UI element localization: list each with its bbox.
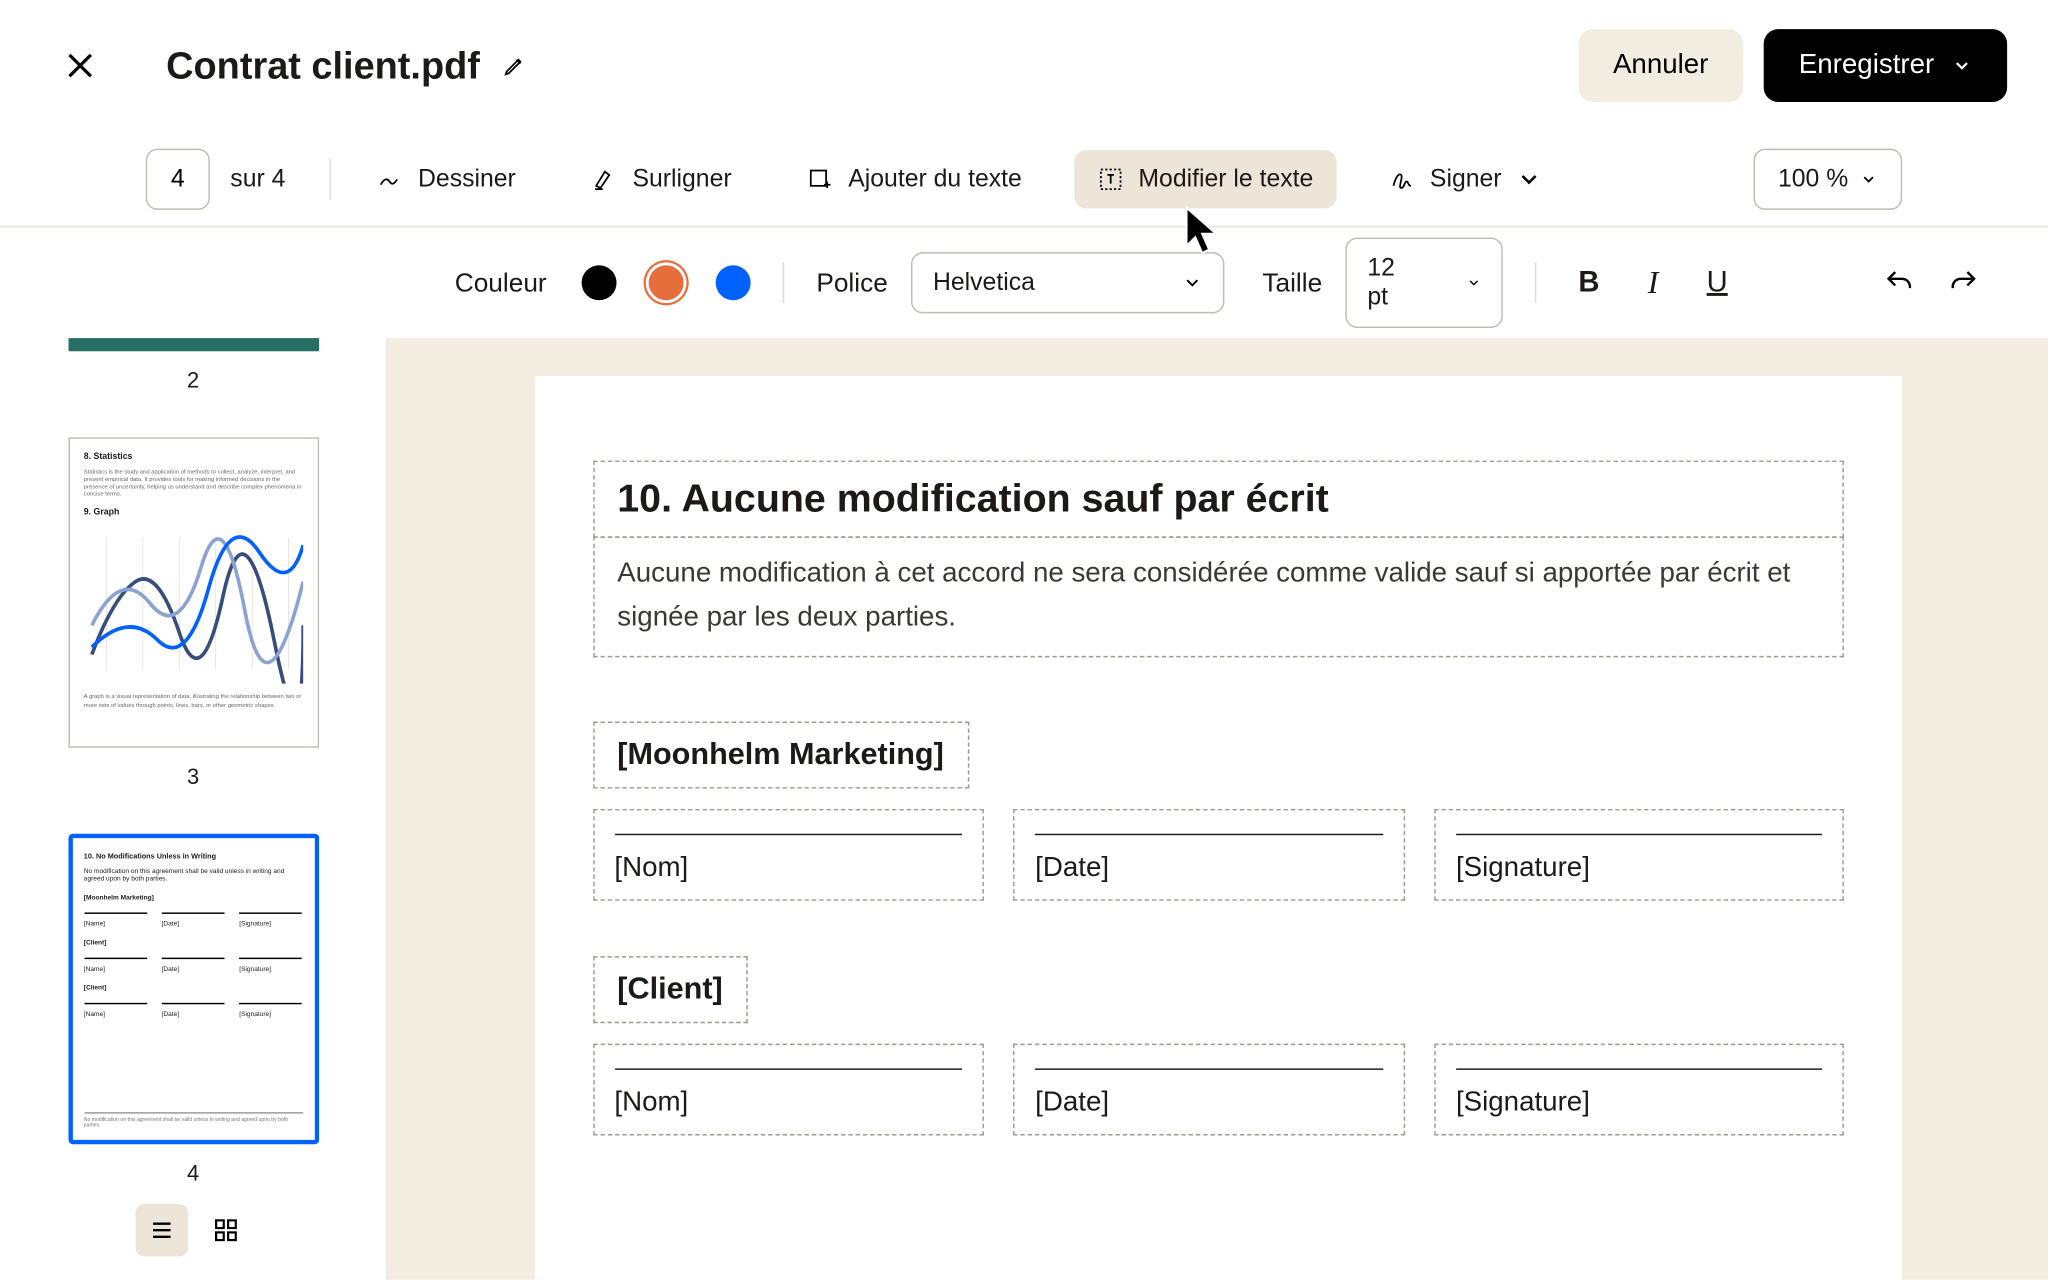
format-bar: Couleur Police Helvetica Taille 12 pt B …	[0, 227, 2048, 338]
tool-edittext[interactable]: Modifier le texte	[1074, 149, 1336, 207]
thumb4-heading: 10. No Modifications Unless in Writing	[84, 852, 303, 861]
tool-addtext-label: Ajouter du texte	[848, 164, 1022, 193]
edit-filename-icon[interactable]	[503, 54, 526, 77]
main-area: 2 8. Statistics Statistics is the study …	[0, 338, 2048, 1280]
signature-row: [Nom] [Date] [Signature]	[593, 1043, 1844, 1135]
text-block-heading[interactable]: 10. Aucune modification sauf par écrit	[593, 461, 1844, 538]
signature-field-name[interactable]: [Nom]	[593, 809, 985, 901]
thumbnail-page-3[interactable]: 8. Statistics Statistics is the study an…	[68, 437, 319, 747]
divider	[783, 262, 784, 303]
tool-draw[interactable]: Dessiner	[354, 149, 539, 207]
signature-field-signature[interactable]: [Signature]	[1434, 1043, 1843, 1135]
undo-button[interactable]	[1879, 262, 1920, 303]
highlighter-icon	[592, 165, 618, 191]
signature-field-date[interactable]: [Date]	[1013, 809, 1405, 901]
header: Contrat client.pdf Annuler Enregistrer	[0, 0, 2048, 131]
tool-sign[interactable]: Signer	[1366, 149, 1566, 207]
tool-draw-label: Dessiner	[418, 164, 516, 193]
close-icon[interactable]	[64, 50, 96, 82]
size-select[interactable]: 12 pt	[1346, 238, 1503, 328]
tool-highlight[interactable]: Surligner	[568, 149, 755, 207]
thumbnail-sidebar: 2 8. Statistics Statistics is the study …	[0, 338, 388, 1280]
view-grid-button[interactable]	[199, 1204, 251, 1256]
thumbnail-number: 3	[187, 765, 199, 790]
undo-icon	[1883, 267, 1915, 299]
signature-row: [Nom] [Date] [Signature]	[593, 809, 1844, 901]
view-toggle	[135, 1186, 252, 1256]
redo-icon	[1947, 267, 1979, 299]
text-block-party1[interactable]: [Moonhelm Marketing]	[593, 721, 969, 788]
color-swatch-blue[interactable]	[716, 265, 751, 300]
thumb4-party1: [Moonhelm Marketing]	[84, 893, 303, 900]
tool-highlight-label: Surligner	[632, 164, 731, 193]
save-button[interactable]: Enregistrer	[1764, 29, 2007, 102]
italic-button[interactable]: I	[1633, 262, 1674, 303]
font-value: Helvetica	[933, 268, 1035, 297]
text-block-body[interactable]: Aucune modification à cet accord ne sera…	[593, 536, 1844, 657]
page-total: sur 4	[230, 164, 285, 193]
edit-text-icon	[1098, 165, 1124, 191]
color-swatch-orange[interactable]	[649, 265, 684, 300]
bold-button[interactable]: B	[1569, 262, 1610, 303]
thumbnail-page-4[interactable]: 10. No Modifications Unless in Writing N…	[68, 833, 319, 1144]
thumb3-heading: 8. Statistics	[84, 453, 303, 462]
chevron-down-icon	[1516, 165, 1542, 191]
thumb3-heading2: 9. Graph	[84, 509, 303, 518]
font-label: Police	[816, 267, 887, 298]
page-input[interactable]	[146, 148, 210, 209]
sign-icon	[1389, 165, 1415, 191]
divider	[329, 158, 330, 199]
chevron-down-icon	[1466, 273, 1481, 293]
size-value: 12 pt	[1367, 254, 1407, 312]
thumb4-body: No modification on this agreement shall …	[84, 867, 303, 882]
filename: Contrat client.pdf	[166, 43, 480, 88]
tool-edittext-label: Modifier le texte	[1138, 164, 1313, 193]
thumbnail-number: 2	[187, 368, 199, 393]
signature-field-date[interactable]: [Date]	[1013, 1043, 1405, 1135]
chevron-down-icon	[1952, 55, 1972, 75]
divider	[1535, 262, 1536, 303]
thumb3-chart	[84, 524, 303, 684]
page-nav: sur 4	[146, 148, 286, 209]
redo-button[interactable]	[1943, 262, 1984, 303]
thumb4-party2b: [Client]	[84, 983, 303, 990]
zoom-select[interactable]: 100 %	[1753, 148, 1902, 209]
chevron-down-icon	[1860, 170, 1877, 187]
tool-addtext[interactable]: Ajouter du texte	[784, 149, 1045, 207]
text-block-party2[interactable]: [Client]	[593, 956, 748, 1023]
toolbar: sur 4 Dessiner Surligner Ajouter du text…	[0, 131, 2048, 227]
thumbnail-number: 4	[187, 1162, 199, 1187]
save-button-label: Enregistrer	[1799, 50, 1934, 82]
signature-field-signature[interactable]: [Signature]	[1434, 809, 1843, 901]
thumb4-party2: [Client]	[84, 938, 303, 945]
chevron-down-icon	[1182, 273, 1202, 293]
color-swatch-black[interactable]	[582, 265, 617, 300]
font-select[interactable]: Helvetica	[911, 252, 1224, 313]
grid-icon	[212, 1217, 238, 1243]
thumbnail-page-2[interactable]	[68, 338, 319, 351]
add-text-icon	[807, 165, 833, 191]
document-canvas[interactable]: 10. Aucune modification sauf par écrit A…	[388, 338, 2048, 1280]
tool-sign-label: Signer	[1430, 164, 1502, 193]
thumb4-footer: No modification on this agreement shall …	[84, 1112, 303, 1128]
list-icon	[148, 1217, 174, 1243]
cancel-button[interactable]: Annuler	[1578, 29, 1743, 102]
underline-button[interactable]: U	[1697, 262, 1738, 303]
size-label: Taille	[1262, 267, 1322, 298]
signature-field-name[interactable]: [Nom]	[593, 1043, 985, 1135]
scribble-icon	[377, 165, 403, 191]
thumb3-body: Statistics is the study and application …	[84, 467, 303, 497]
zoom-value: 100 %	[1778, 164, 1848, 193]
document-page: 10. Aucune modification sauf par écrit A…	[534, 376, 1901, 1280]
thumb3-caption: A graph is a visual representation of da…	[84, 693, 303, 708]
color-label: Couleur	[455, 267, 547, 298]
view-list-button[interactable]	[135, 1204, 187, 1256]
